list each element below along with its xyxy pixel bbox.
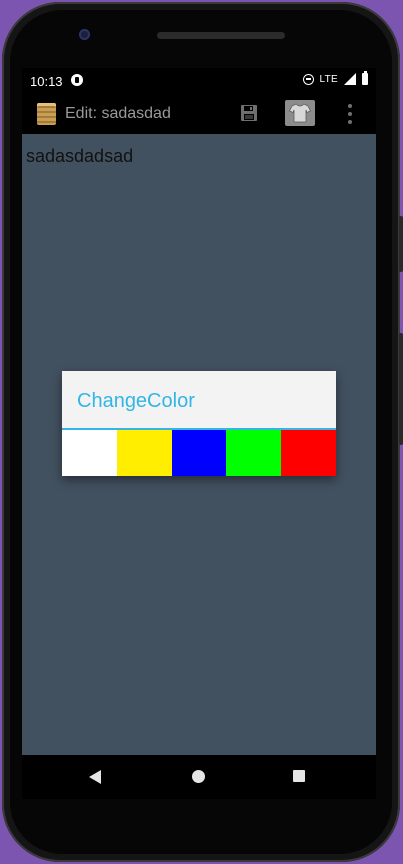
- dialog-title: ChangeColor: [77, 390, 195, 412]
- menu-dot: [348, 120, 352, 124]
- notebook-icon: [37, 103, 56, 125]
- notification-icon: [71, 74, 83, 86]
- network-type-label: LTE: [319, 73, 338, 85]
- do-not-disturb-icon: [302, 73, 314, 85]
- change-color-dialog: ChangeColor: [62, 371, 336, 476]
- signal-icon: [344, 73, 356, 85]
- earpiece-speaker: [157, 32, 285, 39]
- color-swatch-white[interactable]: [62, 430, 117, 476]
- recents-icon[interactable]: [293, 770, 305, 782]
- volume-button: [399, 216, 403, 272]
- save-icon[interactable]: [240, 104, 258, 122]
- front-camera: [79, 29, 90, 40]
- shirt-icon: [289, 103, 311, 123]
- color-swatch-blue[interactable]: [171, 430, 227, 476]
- home-icon[interactable]: [192, 770, 205, 783]
- color-swatch-green[interactable]: [226, 430, 282, 476]
- screen: 10:13 LTE Edit: sadasdad sadasdadsad Cha…: [22, 68, 376, 755]
- app-toolbar: Edit: sadasdad: [22, 94, 376, 134]
- status-indicators: LTE: [302, 71, 368, 85]
- menu-dot: [348, 112, 352, 116]
- power-button: [399, 333, 403, 445]
- page-title: Edit: sadasdad: [65, 105, 171, 122]
- change-color-button[interactable]: [285, 100, 315, 126]
- note-text-field[interactable]: sadasdadsad: [26, 146, 133, 167]
- color-swatch-row: [62, 430, 336, 476]
- battery-icon: [362, 71, 368, 85]
- navigation-bar: [22, 755, 376, 799]
- color-swatch-yellow[interactable]: [116, 430, 172, 476]
- color-swatch-red[interactable]: [281, 430, 336, 476]
- menu-dot: [348, 104, 352, 108]
- back-icon[interactable]: [89, 770, 101, 784]
- status-bar: 10:13 LTE: [22, 68, 376, 94]
- status-time: 10:13: [30, 74, 63, 89]
- overflow-menu-icon[interactable]: [346, 104, 354, 124]
